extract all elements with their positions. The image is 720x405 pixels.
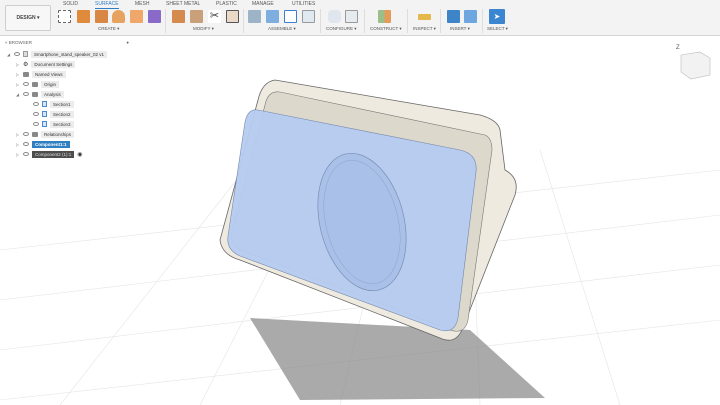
tree-named-views[interactable]: ▷Named Views (16, 70, 66, 78)
assemble-menu[interactable]: ASSEMBLE ▾ (268, 26, 296, 32)
tree-component1[interactable]: ▷Component1:1 (16, 140, 70, 148)
tab-mesh[interactable]: MESH (135, 1, 149, 7)
new-component-icon[interactable] (266, 10, 279, 23)
create-menu[interactable]: CREATE ▾ (98, 26, 119, 32)
insert-derive-icon[interactable] (447, 10, 460, 23)
collapse-browser-icon[interactable]: « (5, 40, 8, 45)
offset-icon[interactable] (226, 10, 239, 23)
browser-panel: « BROWSER ● ◢Smartphone_stand_speaker_02… (3, 38, 131, 47)
tab-manage[interactable]: MANAGE (252, 1, 274, 7)
tree-section2[interactable]: Section2 (33, 110, 74, 118)
viewcube[interactable]: Z (676, 45, 710, 79)
tree-origin[interactable]: ▷Origin (16, 80, 59, 88)
folder-icon (32, 132, 38, 137)
folder-icon (32, 82, 38, 87)
document-icon (23, 51, 28, 57)
tab-solid[interactable]: SOLID (63, 1, 78, 7)
section-icon (42, 101, 47, 107)
rigid-group-icon[interactable] (302, 10, 315, 23)
browser-header: « BROWSER ● (3, 38, 131, 47)
create-sketch-icon[interactable] (58, 10, 71, 23)
extrude-icon[interactable] (77, 10, 90, 23)
thicken-icon[interactable] (172, 10, 185, 23)
inspect-menu[interactable]: INSPECT ▾ (413, 26, 436, 32)
form-icon[interactable] (148, 10, 161, 23)
eye-icon[interactable] (33, 122, 39, 126)
modify-menu[interactable]: MODIFY ▾ (193, 26, 214, 32)
tab-sheet-metal[interactable]: SHEET METAL (166, 1, 200, 7)
section-icon (42, 121, 47, 127)
component-label: Component1:1 (35, 142, 67, 147)
model-shadow (250, 318, 545, 400)
insert-image-icon[interactable] (464, 10, 477, 23)
revolve-icon[interactable] (112, 10, 125, 23)
select-menu[interactable]: SELECT ▾ (487, 26, 508, 32)
browser-title: BROWSER (9, 40, 32, 45)
tree-relationships[interactable]: ▷Relationships (16, 130, 74, 138)
toolbar: DESIGN ▾ SOLID SURFACE MESH SHEET METAL … (0, 0, 720, 36)
gear-icon: ⚙ (23, 61, 28, 68)
folder-icon (32, 92, 38, 97)
as-built-joint-icon[interactable] (284, 10, 297, 23)
patch-icon[interactable] (95, 10, 108, 23)
canvas-viewport[interactable]: Z (0, 37, 720, 405)
tab-utilities[interactable]: UTILITIES (292, 1, 315, 7)
folder-icon (23, 72, 29, 77)
eye-icon[interactable] (33, 102, 39, 106)
measure-icon[interactable] (418, 14, 431, 20)
delete-icon[interactable] (190, 10, 203, 23)
tree-document-settings[interactable]: ▷⚙Document Settings (16, 60, 75, 68)
section-icon (42, 111, 47, 117)
tree-component2[interactable]: ▷Component2 (1):1◉ (16, 150, 83, 158)
tab-plastic[interactable]: PLASTIC (216, 1, 237, 7)
configure-table-icon[interactable] (345, 10, 358, 23)
tree-section3[interactable]: Section3 (33, 120, 74, 128)
insert-menu[interactable]: INSERT ▾ (450, 26, 470, 32)
pin-icon[interactable]: ● (126, 40, 129, 45)
parameters-icon[interactable] (328, 10, 341, 23)
tree-root[interactable]: ◢Smartphone_stand_speaker_02 v1 (7, 50, 107, 58)
viewcube-axis-z: Z (676, 45, 680, 51)
loft-icon[interactable] (130, 10, 143, 23)
activate-radio-icon[interactable]: ◉ (77, 151, 82, 158)
eye-icon[interactable] (33, 112, 39, 116)
eye-icon[interactable] (23, 152, 29, 156)
eye-icon[interactable] (23, 142, 29, 146)
joint-icon[interactable] (248, 10, 261, 23)
tree-analysis[interactable]: ◢Analysis (16, 90, 64, 98)
configure-menu[interactable]: CONFIGURE ▾ (326, 26, 357, 32)
plane-icon[interactable] (378, 10, 391, 23)
eye-icon[interactable] (23, 92, 29, 96)
eye-icon[interactable] (23, 82, 29, 86)
construct-menu[interactable]: CONSTRUCT ▾ (370, 26, 402, 32)
tree-section1[interactable]: Section1 (33, 100, 74, 108)
trim-icon[interactable]: ✂ (208, 10, 221, 23)
tab-surface[interactable]: SURFACE (95, 1, 119, 9)
component-label: Component2 (1):1 (35, 152, 71, 157)
eye-icon[interactable] (14, 52, 20, 56)
design-workspace-button[interactable]: DESIGN ▾ (5, 5, 51, 31)
select-icon[interactable]: ➤ (489, 9, 505, 24)
eye-icon[interactable] (23, 132, 29, 136)
